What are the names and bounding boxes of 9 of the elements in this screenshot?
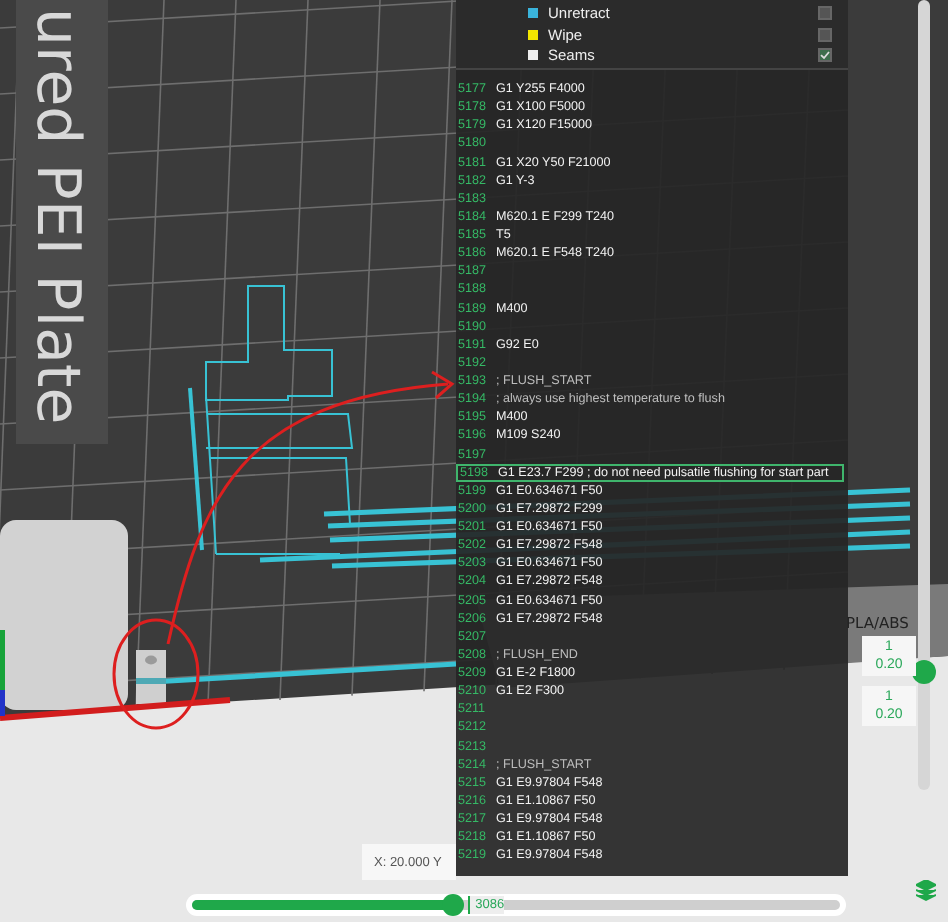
- slider-thumb[interactable]: [441, 894, 464, 916]
- plate-label: ured PEI Plate: [22, 8, 92, 425]
- layers-icon[interactable]: [916, 880, 936, 902]
- visibility-checkbox[interactable]: [818, 27, 832, 41]
- layer-slider[interactable]: [918, 0, 930, 790]
- prime-tower-drawing: [136, 650, 166, 704]
- visibility-checkbox[interactable]: [818, 6, 832, 20]
- annotation-circle: [112, 618, 200, 730]
- visibility-checkbox[interactable]: [818, 48, 832, 62]
